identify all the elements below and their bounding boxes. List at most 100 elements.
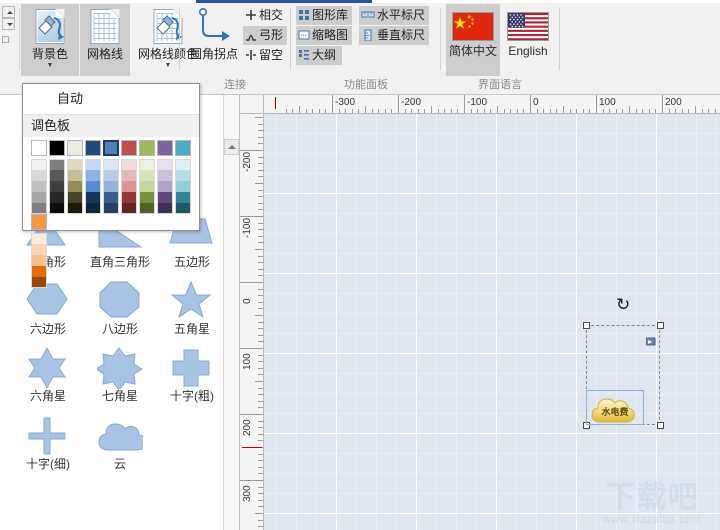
- palette-swatch-white-base[interactable]: [31, 140, 47, 156]
- palette-swatch-black-2[interactable]: [49, 170, 65, 181]
- palette-swatch-white-2[interactable]: [31, 170, 47, 181]
- shape-item-cloud-shape[interactable]: 云: [84, 415, 156, 471]
- shape-item-hexagon-shape[interactable]: 六边形: [12, 280, 84, 336]
- shape-item-star5-shape[interactable]: 五角星: [156, 280, 228, 336]
- palette-swatch-purple-3[interactable]: [157, 181, 173, 192]
- palette-column-aqua[interactable]: [175, 140, 192, 214]
- palette-swatch-purple-2[interactable]: [157, 170, 173, 181]
- palette-swatch-beige-5[interactable]: [67, 203, 83, 214]
- palette-swatch-beige-3[interactable]: [67, 181, 83, 192]
- palette-column-red[interactable]: [121, 140, 138, 214]
- palette-column-orange[interactable]: [31, 214, 48, 288]
- palette-swatch-green-5[interactable]: [139, 203, 155, 214]
- palette-swatch-dark-blue-1[interactable]: [85, 159, 101, 170]
- panel-option-outline[interactable]: 大纲: [296, 46, 342, 65]
- palette-swatch-dark-blue-4[interactable]: [85, 192, 101, 203]
- panel-option-shape-library[interactable]: 图形库: [296, 6, 352, 25]
- cloud-object-frame[interactable]: 水电费: [586, 390, 644, 425]
- palette-swatch-red-2[interactable]: [121, 170, 137, 181]
- palette-swatch-aqua-2[interactable]: [175, 170, 191, 181]
- shape-item-cross-thin-shape[interactable]: 十字(细): [12, 415, 84, 471]
- palette-swatch-orange-5[interactable]: [31, 277, 47, 288]
- selection-handle-br[interactable]: [657, 422, 664, 429]
- vertical-ruler[interactable]: -200-1000100200300400: [240, 114, 264, 530]
- selection-handle-tr[interactable]: [657, 322, 664, 329]
- panel-option-thumbnail[interactable]: 缩略图: [296, 26, 352, 45]
- shape-item-octagon-shape[interactable]: 八边形: [84, 280, 156, 336]
- palette-swatch-beige-base[interactable]: [67, 140, 83, 156]
- palette-swatch-red-5[interactable]: [121, 203, 137, 214]
- palette-swatch-red-1[interactable]: [121, 159, 137, 170]
- palette-swatch-dark-blue-base[interactable]: [85, 140, 101, 156]
- palette-swatch-white-5[interactable]: [31, 203, 47, 214]
- palette-swatch-dark-blue-3[interactable]: [85, 181, 101, 192]
- palette-swatch-aqua-base[interactable]: [175, 140, 191, 156]
- shape-item-star7-shape[interactable]: 七角星: [84, 347, 156, 403]
- palette-swatch-beige-4[interactable]: [67, 192, 83, 203]
- shape-item-cross-thick-shape[interactable]: 十字(粗): [156, 347, 228, 403]
- palette-column-blue[interactable]: [103, 140, 120, 214]
- shape-panel-scrollbar[interactable]: [223, 95, 239, 530]
- palette-swatch-green-1[interactable]: [139, 159, 155, 170]
- palette-swatch-aqua-1[interactable]: [175, 159, 191, 170]
- palette-swatch-black-base[interactable]: [49, 140, 65, 156]
- palette-swatch-white-3[interactable]: [31, 181, 47, 192]
- ruler-option-vertical[interactable]: 垂直标尺: [359, 26, 429, 45]
- palette-swatch-orange-base[interactable]: [31, 214, 47, 230]
- palette-swatch-black-1[interactable]: [49, 159, 65, 170]
- canvas-area[interactable]: -300-200-1000100200300 -200-100010020030…: [240, 95, 720, 530]
- palette-swatch-beige-2[interactable]: [67, 170, 83, 181]
- palette-swatch-black-4[interactable]: [49, 192, 65, 203]
- palette-swatch-orange-4[interactable]: [31, 266, 47, 277]
- palette-swatch-blue-4[interactable]: [103, 192, 119, 203]
- palette-swatch-aqua-5[interactable]: [175, 203, 191, 214]
- color-palette-grid[interactable]: [31, 140, 199, 288]
- connector-option-cross[interactable]: 相交: [243, 6, 287, 25]
- palette-column-green[interactable]: [139, 140, 156, 214]
- palette-swatch-beige-1[interactable]: [67, 159, 83, 170]
- palette-swatch-purple-base[interactable]: [157, 140, 173, 156]
- palette-swatch-purple-1[interactable]: [157, 159, 173, 170]
- left-edge-spinner[interactable]: [2, 6, 15, 32]
- palette-column-purple[interactable]: [157, 140, 174, 214]
- palette-swatch-white-4[interactable]: [31, 192, 47, 203]
- palette-swatch-black-5[interactable]: [49, 203, 65, 214]
- language-button-english[interactable]: English: [500, 4, 556, 76]
- palette-swatch-black-3[interactable]: [49, 181, 65, 192]
- palette-swatch-aqua-3[interactable]: [175, 181, 191, 192]
- palette-swatch-dark-blue-5[interactable]: [85, 203, 101, 214]
- palette-swatch-orange-2[interactable]: [31, 244, 47, 255]
- dropdown-auto-item[interactable]: 自动: [23, 84, 199, 114]
- rotate-icon[interactable]: ↻: [616, 296, 630, 313]
- background-color-button[interactable]: 背景色 ▼: [21, 4, 79, 76]
- palette-swatch-blue-base[interactable]: [103, 140, 119, 156]
- palette-swatch-green-3[interactable]: [139, 181, 155, 192]
- horizontal-ruler[interactable]: -300-200-1000100200300: [264, 95, 720, 114]
- palette-swatch-red-base[interactable]: [121, 140, 137, 156]
- shape-item-star6-shape[interactable]: 六角星: [12, 347, 84, 403]
- connector-option-arc[interactable]: 弓形: [243, 26, 287, 45]
- palette-swatch-orange-1[interactable]: [31, 233, 47, 244]
- palette-swatch-blue-1[interactable]: [103, 159, 119, 170]
- scroll-up-button[interactable]: [224, 139, 239, 155]
- palette-swatch-aqua-4[interactable]: [175, 192, 191, 203]
- palette-swatch-red-4[interactable]: [121, 192, 137, 203]
- palette-swatch-purple-5[interactable]: [157, 203, 173, 214]
- palette-swatch-green-base[interactable]: [139, 140, 155, 156]
- selection-handle-tl[interactable]: [583, 322, 590, 329]
- spinner-down-button[interactable]: [2, 18, 15, 30]
- palette-swatch-orange-3[interactable]: [31, 255, 47, 266]
- drawing-sheet[interactable]: ↻ 水电费: [264, 114, 720, 530]
- palette-column-dark-blue[interactable]: [85, 140, 102, 214]
- palette-swatch-blue-5[interactable]: [103, 203, 119, 214]
- chevron-down-icon[interactable]: ▼: [21, 62, 79, 70]
- palette-swatch-green-2[interactable]: [139, 170, 155, 181]
- palette-swatch-blue-2[interactable]: [103, 170, 119, 181]
- palette-swatch-white-1[interactable]: [31, 159, 47, 170]
- palette-column-black[interactable]: [49, 140, 66, 214]
- palette-swatch-dark-blue-2[interactable]: [85, 170, 101, 181]
- spinner-up-button[interactable]: [2, 6, 15, 18]
- round-corner-button[interactable]: 圆角拐点: [185, 4, 243, 76]
- connector-option-gap[interactable]: 留空: [243, 46, 287, 65]
- palette-swatch-purple-4[interactable]: [157, 192, 173, 203]
